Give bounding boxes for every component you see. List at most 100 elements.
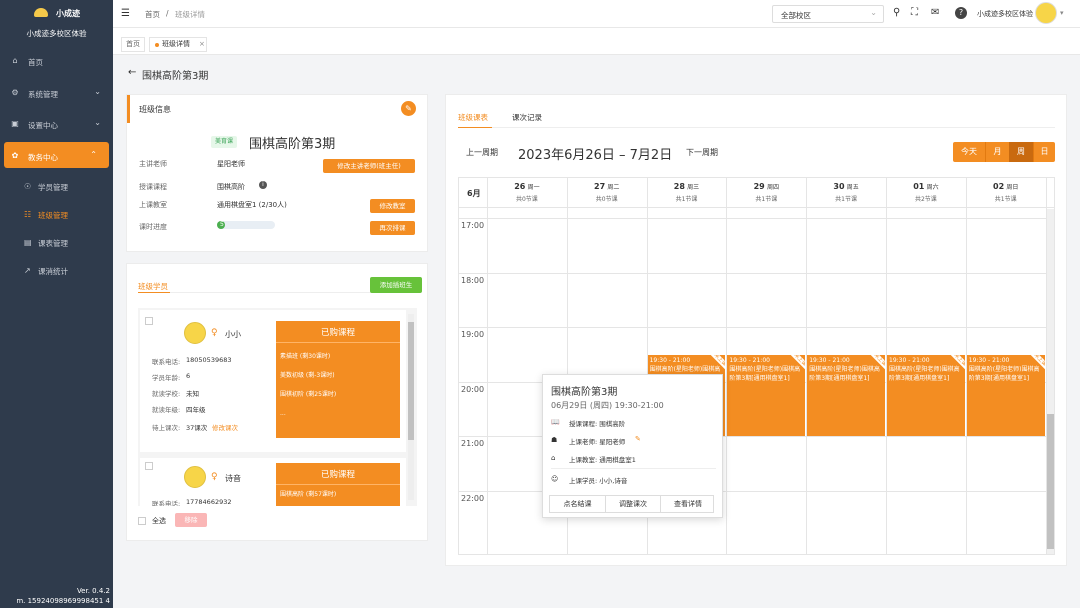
tab-home[interactable]: 首页 bbox=[121, 37, 145, 52]
room-label: 上课教室 bbox=[139, 201, 167, 209]
menu-toggle-icon[interactable]: ☰ bbox=[121, 8, 130, 19]
grade-value: 四年级 bbox=[186, 406, 206, 414]
student-checkbox[interactable] bbox=[145, 462, 153, 470]
purchased-title: 已购课程 bbox=[320, 470, 355, 480]
breadcrumb-home[interactable]: 首页 bbox=[145, 9, 160, 20]
edit-teacher-button[interactable]: 修改主讲老师(班主任) bbox=[323, 159, 415, 173]
day-header: 01 周六 共2节课 bbox=[886, 178, 966, 208]
tab-underline bbox=[138, 292, 170, 293]
purchased-item: ... bbox=[280, 410, 286, 417]
sidebar-item-label: 系统管理 bbox=[28, 90, 58, 99]
day-header: 26 周一 共0节课 bbox=[487, 178, 567, 208]
campus-select[interactable]: 全部校区 ⌄ bbox=[772, 5, 884, 23]
close-icon[interactable]: × bbox=[199, 38, 205, 51]
sidebar-sub-classes[interactable]: ☷ 班级管理 bbox=[0, 200, 113, 228]
schedule-icon: ▤ bbox=[24, 238, 32, 247]
edit-icon[interactable]: ✎ bbox=[401, 101, 416, 116]
active-dot-icon bbox=[155, 43, 159, 47]
info-icon[interactable]: i bbox=[259, 181, 267, 189]
view-day-button[interactable]: 日 bbox=[1033, 142, 1055, 162]
edit-icon[interactable]: ✎ bbox=[635, 435, 641, 443]
edit-sessions-link[interactable]: 修改课次 bbox=[212, 422, 238, 432]
scrollbar-thumb[interactable] bbox=[408, 322, 414, 440]
gear-icon: ⚙ bbox=[11, 88, 19, 97]
avatar[interactable] bbox=[1035, 2, 1057, 24]
day-header: 02 周日 共1节课 bbox=[966, 178, 1046, 208]
sidebar-item-education[interactable]: ✿ 教务中心 ⌃ bbox=[4, 142, 109, 168]
tab-session-records[interactable]: 课次记录 bbox=[512, 112, 542, 123]
top-header: ☰ 首页 / 班级详情 全部校区 ⌄ ⚲ ⛶ ✉ ? 小成迹多校区体验 ▾ bbox=[113, 0, 1080, 28]
tab-class-detail[interactable]: 班级详情 × bbox=[149, 37, 207, 52]
next-period-button[interactable]: 下一周期 bbox=[686, 147, 718, 158]
view-today-button[interactable]: 今天 bbox=[953, 142, 985, 162]
phone-value: 18050539683 bbox=[186, 356, 232, 364]
scrollbar-thumb[interactable] bbox=[1047, 414, 1054, 549]
popup-title: 围棋高阶第3期 bbox=[551, 387, 618, 398]
view-month-button[interactable]: 月 bbox=[985, 142, 1009, 162]
sidebar-item-home[interactable]: ⌂ 首页 bbox=[0, 47, 113, 75]
teacher-value: 星阳老师 bbox=[217, 160, 245, 168]
day-weekday: 周四 bbox=[766, 184, 779, 191]
school-value: 未知 bbox=[186, 390, 199, 398]
help-icon[interactable]: ? bbox=[955, 7, 967, 19]
breadcrumb-separator: / bbox=[166, 9, 169, 18]
session-event[interactable]: 19:30 - 21:00围棋高阶(星阳老师)围棋高阶第3期[通用棋盘室1]未上… bbox=[966, 354, 1045, 437]
prev-period-button[interactable]: 上一周期 bbox=[466, 147, 498, 158]
session-event[interactable]: 19:30 - 21:00围棋高阶(星阳老师)围棋高阶第3期[通用棋盘室1]未上… bbox=[727, 354, 806, 437]
calendar-scrollbar[interactable] bbox=[1047, 209, 1054, 554]
sidebar-sub-schedule[interactable]: ▤ 课表管理 bbox=[0, 228, 113, 256]
sidebar-sub-students[interactable]: ☉ 学员管理 bbox=[0, 172, 113, 200]
sidebar-item-system[interactable]: ⚙ 系统管理 ⌄ bbox=[0, 79, 113, 107]
select-all-label: 全选 bbox=[152, 517, 166, 525]
pending-value: 37课次 bbox=[186, 424, 208, 432]
roll-call-button[interactable]: 点名结课 bbox=[550, 496, 605, 512]
date-range: 2023年6月26日 – 7月2日 bbox=[518, 148, 673, 163]
reschedule-button[interactable]: 再次排课 bbox=[370, 221, 415, 235]
day-date: 26 bbox=[514, 182, 526, 191]
purchased-courses: 已购课程 素描班 (剩30课时) 美数初级 (剩-3课时) 围棋初阶 (剩25课… bbox=[276, 321, 400, 438]
sidebar-sub-stats[interactable]: ↗ 课消统计 bbox=[0, 256, 113, 284]
day-session-count: 共1节课 bbox=[675, 196, 698, 203]
students-heading: 班级学员 bbox=[138, 282, 168, 291]
sidebar: 小成迹 小成迹多校区体验 ⌂ 首页 ⚙ 系统管理 ⌄ ▣ 设置中心 ⌄ ✿ 教务… bbox=[0, 0, 113, 608]
adjust-session-button[interactable]: 调整课次 bbox=[605, 496, 660, 512]
avatar bbox=[184, 322, 206, 344]
student-card: ♀ 小小 联系电话: 18050539683 学员年龄: 6 就读学校: 未知 … bbox=[140, 310, 406, 452]
scrollbar[interactable] bbox=[408, 314, 414, 500]
search-icon[interactable]: ⚲ bbox=[893, 7, 900, 18]
day-session-count: 共1节课 bbox=[835, 196, 857, 203]
event-text: 围棋高阶(星阳老师)围棋高阶第3期[通用棋盘室1] bbox=[809, 365, 880, 382]
course-value: 围棋高阶 bbox=[217, 183, 245, 191]
back-icon[interactable]: ← bbox=[128, 67, 136, 78]
chevron-down-icon[interactable]: ▾ bbox=[1060, 9, 1064, 17]
user-name[interactable]: 小成迹多校区体验 bbox=[977, 9, 1033, 19]
schedule-card: 班级课表 课次记录 上一周期 2023年6月26日 – 7月2日 下一周期 今天… bbox=[445, 94, 1067, 566]
book-icon: 📖 bbox=[551, 418, 560, 426]
phone-label: 联系电话: bbox=[152, 500, 181, 506]
sidebar-item-settings[interactable]: ▣ 设置中心 ⌄ bbox=[0, 110, 113, 138]
fullscreen-icon[interactable]: ⛶ bbox=[911, 7, 918, 18]
select-all-checkbox[interactable] bbox=[138, 517, 146, 525]
session-event[interactable]: 19:30 - 21:00围棋高阶(星阳老师)围棋高阶第3期[通用棋盘室1]未上… bbox=[807, 354, 885, 437]
view-details-button[interactable]: 查看详情 bbox=[660, 496, 715, 512]
session-event[interactable]: 19:30 - 21:00围棋高阶(星阳老师)围棋高阶第3期[通用棋盘室1]未上… bbox=[887, 354, 965, 437]
add-student-button[interactable]: 添加插班生 bbox=[370, 277, 422, 293]
card-heading: 班级信息 bbox=[139, 105, 171, 114]
course-label: 授课课程 bbox=[139, 183, 167, 191]
sidebar-item-label: 首页 bbox=[28, 58, 43, 67]
app-subtitle: 小成迹多校区体验 bbox=[26, 29, 87, 38]
tab-class-schedule[interactable]: 班级课表 bbox=[458, 112, 488, 123]
chevron-up-icon: ⌃ bbox=[90, 150, 97, 159]
day-date: 28 bbox=[673, 182, 685, 191]
tab-underline bbox=[458, 127, 492, 128]
mail-icon[interactable]: ✉ bbox=[931, 7, 939, 18]
view-week-button[interactable]: 周 bbox=[1009, 142, 1033, 162]
remove-button[interactable]: 移除 bbox=[175, 513, 207, 527]
edit-room-button[interactable]: 修改教室 bbox=[370, 199, 415, 213]
class-info-card: 班级信息 ✎ 美育课 围棋高阶第3期 主讲老师 星阳老师 修改主讲老师(班主任)… bbox=[126, 94, 428, 252]
day-header: 28 周三 共1节课 bbox=[647, 178, 727, 208]
version-info: Ver. 0.4.2 m. 15924098969998451 4 bbox=[0, 586, 110, 606]
student-icon: ☺ bbox=[551, 475, 559, 483]
hour-label: 18:00 bbox=[461, 275, 485, 285]
student-checkbox[interactable] bbox=[145, 317, 153, 325]
